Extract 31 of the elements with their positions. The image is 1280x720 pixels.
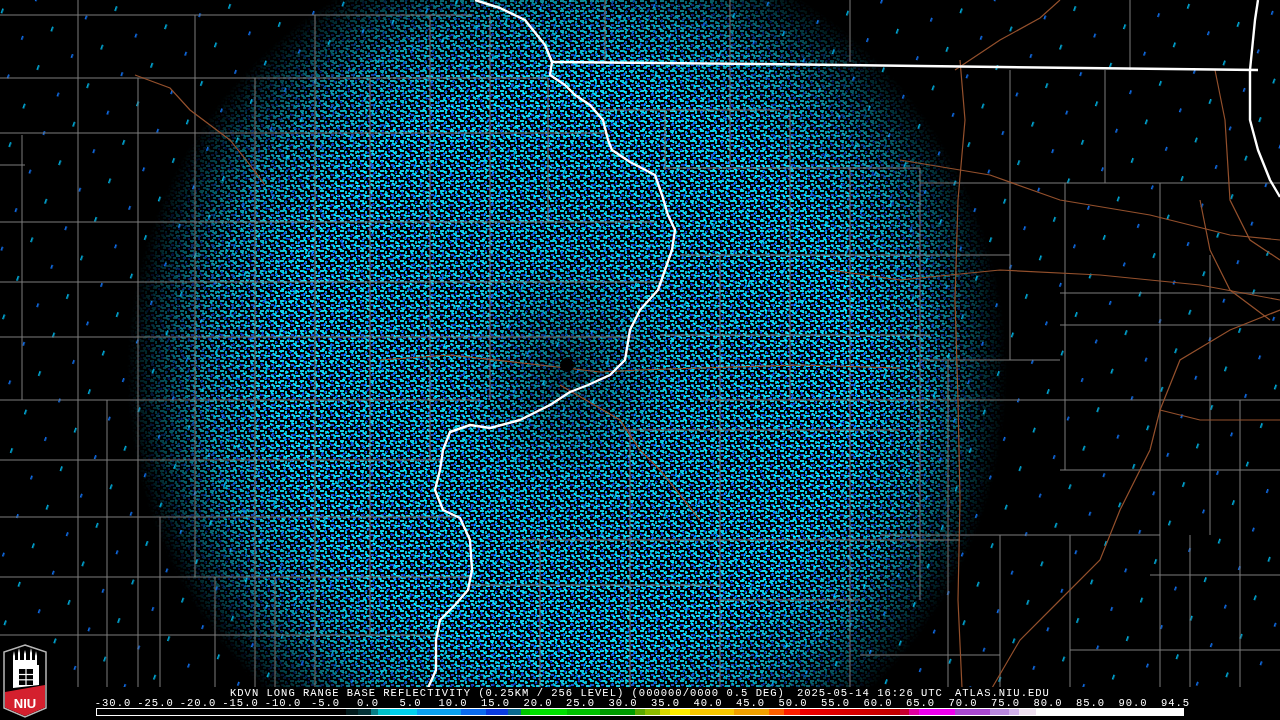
logo-text: NIU: [13, 696, 37, 711]
color-scale-label: 5.0: [398, 698, 423, 708]
color-scale-label: -15.0: [221, 698, 260, 708]
color-scale-label: 0.0: [356, 698, 380, 708]
color-scale-label: 20.0: [523, 698, 554, 708]
color-scale-label: 65.0: [904, 698, 937, 708]
product-title: KDVN LONG RANGE BASE REFLECTIVITY (0.25KM / 256 LEVEL) (000000/0000 0.5 DEG): [230, 688, 785, 698]
color-scale-label: 60.0: [862, 698, 894, 708]
color-scale-label: 50.0: [778, 698, 809, 708]
color-scale-label: -25.0: [136, 698, 175, 708]
color-scale-label: -20.0: [179, 698, 217, 708]
radar-site-icon: [560, 358, 574, 372]
color-scale-label: 90.0: [1117, 698, 1149, 708]
color-scale-label: 70.0: [947, 698, 979, 708]
color-scale-label: 10.0: [437, 698, 469, 708]
color-scale-label: 15.0: [479, 698, 511, 708]
color-scale-label: 75.0: [989, 698, 1022, 708]
color-scale-label: 35.0: [650, 698, 681, 708]
color-scale-label: 94.5: [1159, 698, 1192, 708]
color-scale-label: 25.0: [564, 698, 596, 708]
color-scale-label: -5.0: [309, 698, 342, 708]
color-scale-label: 55.0: [819, 698, 852, 708]
color-scale-label: -30.0: [94, 698, 132, 708]
website-text: ATLAS.NIU.EDU: [954, 688, 1050, 698]
color-scale-label: 80.0: [1032, 698, 1064, 708]
color-scale-label: -10.0: [264, 698, 302, 708]
color-scale-label: 45.0: [734, 698, 766, 708]
color-scale-label: 85.0: [1074, 698, 1107, 708]
color-scale-label: 40.0: [693, 698, 724, 708]
valid-time: 2025-05-14 16:26 UTC: [796, 688, 943, 698]
color-scale-label: 30.0: [608, 698, 638, 708]
